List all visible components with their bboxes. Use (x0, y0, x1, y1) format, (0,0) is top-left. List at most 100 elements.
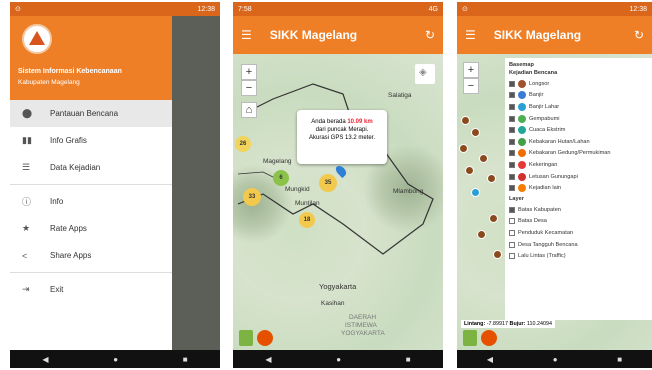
app-bar: ☰ SIKK Magelang ↻ (233, 16, 443, 54)
layer-item[interactable]: Banjir (509, 90, 648, 102)
map-label: Mungkid (285, 186, 310, 193)
layer-label: Gempabumi (529, 115, 560, 122)
nav-back-icon[interactable]: ◀ (42, 355, 48, 364)
layer-item[interactable]: Gempabumi (509, 113, 648, 125)
system-nav-bar: ◀ ● ■ (233, 350, 443, 368)
zoom-in-button[interactable]: + (241, 64, 257, 80)
layer-color-icon (518, 102, 526, 111)
layer-item[interactable]: Kebakaran Hutan/Lahan (509, 136, 648, 148)
disaster-marker[interactable] (479, 154, 488, 163)
disaster-marker[interactable] (489, 214, 498, 223)
divider (10, 272, 172, 273)
home-button[interactable]: ⌂ (241, 102, 257, 118)
layer-item[interactable]: Batas Desa (509, 216, 648, 228)
nav-home-icon[interactable]: ● (113, 355, 118, 364)
layer-item[interactable]: Lalu Lintas (Traffic) (509, 250, 648, 262)
nav-recents-icon[interactable]: ■ (617, 355, 622, 364)
menu-icon[interactable]: ☰ (465, 28, 476, 42)
layer-item[interactable]: Letusan Gunungapi (509, 171, 648, 183)
layer-item[interactable]: Banjir Lahar (509, 101, 648, 113)
nav-back-icon[interactable]: ◀ (487, 355, 493, 364)
nav-recents-icon[interactable]: ■ (406, 355, 411, 364)
checkbox[interactable] (509, 80, 515, 87)
nav-home-icon[interactable]: ● (553, 355, 558, 364)
layers-button[interactable]: ◈ (415, 64, 435, 84)
cluster-marker[interactable]: 26 (235, 136, 251, 152)
layer-item[interactable]: Kebakaran Gedung/Permukiman (509, 148, 648, 160)
nav-recents-icon[interactable]: ■ (183, 355, 188, 364)
layer-label: Batas Kabupaten (518, 206, 561, 213)
map-label: Muntilan (295, 200, 320, 207)
layer-label: Kejadian lain (529, 185, 562, 192)
disaster-marker[interactable] (459, 144, 468, 153)
cluster-marker[interactable]: 18 (299, 212, 315, 228)
layer-header[interactable]: Layer (509, 196, 648, 202)
checkbox[interactable] (509, 127, 515, 134)
checkbox[interactable] (509, 115, 515, 122)
lon-label: Bujur: (509, 321, 526, 327)
layer-item[interactable]: Penduduk Kecamatan (509, 227, 648, 239)
lon-value: 110.24094 (526, 321, 553, 327)
kabupaten-logo-icon (239, 330, 253, 346)
checkbox[interactable] (509, 253, 515, 260)
menu-label: Pantauan Bencana (50, 109, 119, 118)
cluster-marker[interactable]: 33 (243, 188, 261, 206)
layer-label: Banjir Lahar (529, 103, 560, 110)
layer-item[interactable]: Batas Kabupaten (509, 204, 648, 216)
menu-item-data-kejadian[interactable]: ☰ Data Kejadian (10, 154, 172, 181)
checkbox[interactable] (509, 173, 515, 180)
zoom-out-button[interactable]: − (241, 80, 257, 96)
disaster-marker[interactable] (477, 230, 486, 239)
phone-layers: ⊙ 12:38 ☰ SIKK Magelang ↻ + − Basemap Ke… (457, 2, 652, 368)
menu-item-infografis[interactable]: ▮▮ Info Grafis (10, 127, 172, 154)
menu-item-rate[interactable]: ★ Rate Apps (10, 215, 172, 242)
layer-item[interactable]: Longsor (509, 78, 648, 90)
refresh-icon[interactable]: ↻ (634, 28, 644, 42)
menu-item-share[interactable]: < Share Apps (10, 242, 172, 269)
map-view[interactable]: + − ⌂ ◈ Anda berada 10.09 km dari puncak… (233, 54, 443, 350)
lat-value: -7.89917 (486, 321, 509, 327)
checkbox[interactable] (509, 103, 515, 110)
checkbox[interactable] (509, 218, 515, 225)
checkbox[interactable] (509, 161, 515, 168)
zoom-in-button[interactable]: + (463, 62, 479, 78)
refresh-icon[interactable]: ↻ (425, 28, 435, 42)
basemap-header[interactable]: Basemap (509, 62, 648, 68)
cluster-marker[interactable]: 35 (319, 174, 337, 192)
info-icon: ⓘ (22, 197, 32, 207)
drawer-app-name: Sistem Informasi Kebencanaan (18, 68, 122, 75)
checkbox[interactable] (509, 185, 515, 192)
drawer-header: Sistem Informasi Kebencanaan Kabupaten M… (10, 16, 172, 100)
checkbox[interactable] (509, 229, 515, 236)
menu-item-info[interactable]: ⓘ Info (10, 188, 172, 215)
disaster-marker[interactable] (493, 250, 502, 259)
menu-icon[interactable]: ☰ (241, 28, 252, 42)
disaster-marker[interactable] (465, 166, 474, 175)
disaster-marker[interactable] (471, 128, 480, 137)
exit-icon: ⇥ (22, 284, 30, 294)
disaster-marker[interactable] (461, 116, 470, 125)
status-network: 4G (428, 5, 438, 13)
checkbox[interactable] (509, 138, 515, 145)
checkbox[interactable] (509, 241, 515, 248)
checkbox[interactable] (509, 92, 515, 99)
layer-item[interactable]: Kejadian lain (509, 182, 648, 194)
cluster-marker[interactable]: 6 (273, 170, 289, 186)
bpbd-logo-icon (481, 330, 497, 346)
layer-item[interactable]: Kekeringan (509, 159, 648, 171)
kejadian-header[interactable]: Kejadian Bencana (509, 70, 648, 76)
layer-color-icon (518, 91, 526, 100)
disaster-marker[interactable] (487, 174, 496, 183)
layer-item[interactable]: Cuaca Ekstrim (509, 124, 648, 136)
nav-home-icon[interactable]: ● (336, 355, 341, 364)
layer-item[interactable]: Desa Tangguh Bencana (509, 239, 648, 251)
layer-label: Kekeringan (529, 161, 558, 168)
menu-item-pantauan[interactable]: ⬤ Pantauan Bencana (10, 100, 172, 127)
checkbox[interactable] (509, 206, 515, 213)
zoom-out-button[interactable]: − (463, 78, 479, 94)
disaster-marker[interactable] (471, 188, 480, 197)
map-view[interactable]: + − Basemap Kejadian Bencana Longsor Banj… (457, 54, 652, 350)
nav-back-icon[interactable]: ◀ (265, 355, 271, 364)
menu-item-exit[interactable]: ⇥ Exit (10, 276, 172, 303)
checkbox[interactable] (509, 150, 515, 157)
